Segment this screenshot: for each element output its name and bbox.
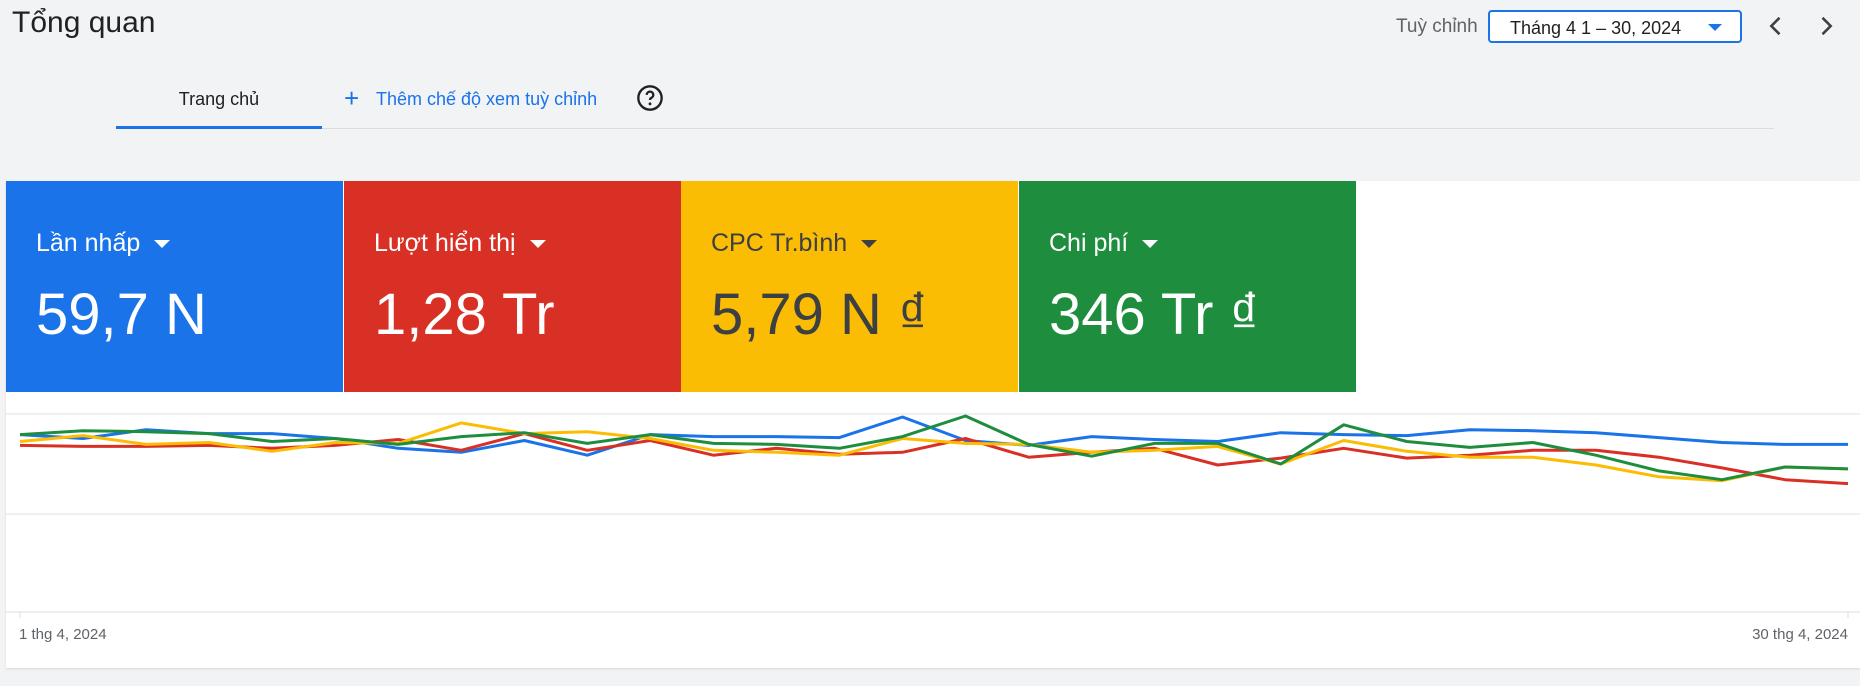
metric-tile-impressions[interactable]: Lượt hiển thị 1,28 Tr — [344, 181, 681, 392]
metric-tile-clicks[interactable]: Lần nhấp 59,7 N — [6, 181, 343, 392]
date-range-type-label: Tuỳ chỉnh — [1396, 16, 1478, 37]
chevron-left-icon[interactable] — [1762, 12, 1790, 40]
x-axis-end-label: 30 thg 4, 2024 — [1752, 626, 1848, 643]
date-range-select[interactable]: Tháng 4 1 – 30, 2024 — [1488, 10, 1742, 43]
page-title: Tổng quan — [12, 6, 156, 39]
active-tab-indicator — [116, 126, 322, 129]
x-axis-start-label: 1 thg 4, 2024 — [19, 626, 107, 643]
metric-label: Chi phí — [1049, 229, 1129, 257]
chevron-down-icon — [1708, 24, 1722, 31]
tabs-divider — [116, 128, 1774, 129]
metric-value: 59,7 N — [36, 282, 207, 347]
date-range-value: Tháng 4 1 – 30, 2024 — [1510, 18, 1682, 38]
caret-down-icon — [529, 240, 546, 249]
caret-down-icon — [1142, 240, 1159, 249]
tab-home[interactable]: Trang chủ — [116, 78, 322, 129]
metric-value: 346 Tr ₫ — [1049, 282, 1260, 347]
metric-value: 1,28 Tr — [374, 282, 555, 347]
caret-down-icon — [154, 240, 171, 249]
metric-label: CPC Tr.bình — [711, 229, 848, 257]
metric-label: Lần nhấp — [36, 229, 141, 257]
help-icon[interactable] — [636, 84, 664, 112]
chevron-right-icon[interactable] — [1812, 12, 1840, 40]
metric-tile-avg-cpc[interactable]: CPC Tr.bình 5,79 N ₫ — [681, 181, 1018, 392]
add-custom-view-label: Thêm chế độ xem tuỳ chỉnh — [376, 89, 598, 109]
plus-icon: + — [344, 83, 360, 113]
metric-label: Lượt hiển thị — [374, 229, 516, 257]
metric-tile-cost[interactable]: Chi phí 346 Tr ₫ — [1019, 181, 1356, 392]
performance-line-chart — [6, 413, 1860, 618]
metric-value: 5,79 N ₫ — [711, 282, 928, 347]
tab-home-label: Trang chủ — [178, 89, 260, 109]
caret-down-icon — [861, 240, 878, 249]
